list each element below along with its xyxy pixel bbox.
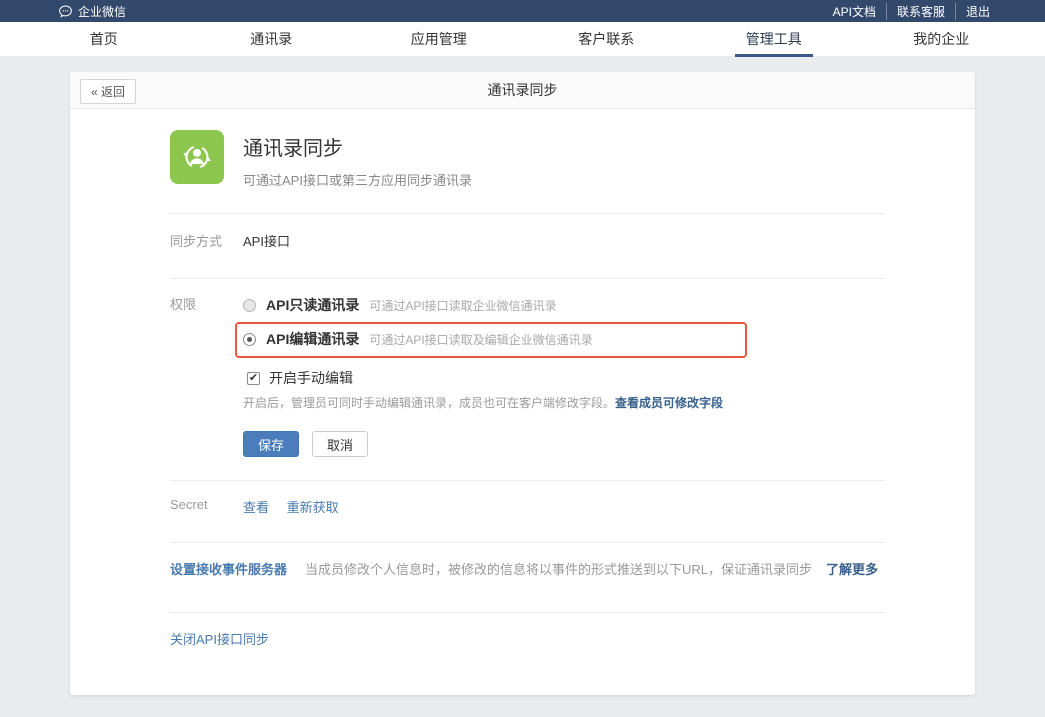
nav-item-my-company[interactable]: 我的企业 bbox=[858, 22, 1026, 56]
callback-desc: 当成员修改个人信息时，被修改的信息将以事件的形式推送到以下URL，保证通讯录同步 bbox=[305, 559, 812, 578]
divider bbox=[170, 278, 885, 279]
page-title: 通讯录同步 bbox=[70, 72, 975, 108]
secret-view-link[interactable]: 查看 bbox=[243, 500, 269, 515]
close-api-sync-row: 关闭API接口同步 bbox=[170, 613, 885, 664]
radio-option-api-readonly[interactable]: API只读通讯录 可通过API接口读取企业微信通讯录 bbox=[243, 294, 747, 316]
close-api-sync-link[interactable]: 关闭API接口同步 bbox=[170, 632, 269, 647]
nav-item-admin-tools[interactable]: 管理工具 bbox=[690, 22, 858, 56]
highlight-annotation: API编辑通讯录 可通过API接口读取及编辑企业微信通讯录 bbox=[235, 322, 747, 358]
nav-item-home[interactable]: 首页 bbox=[20, 22, 188, 56]
contact-support-link[interactable]: 联系客服 bbox=[886, 3, 945, 20]
radio-unselected-icon[interactable] bbox=[243, 299, 256, 312]
app-header: 通讯录同步 可通过API接口或第三方应用同步通讯录 bbox=[170, 130, 885, 184]
manual-edit-desc: 开启后，管理员可同时手动编辑通讯录，成员也可在客户端修改字段。查看成员可修改字段 bbox=[243, 394, 747, 411]
learn-more-link[interactable]: 了解更多 bbox=[826, 559, 878, 578]
app-logo[interactable]: 企业微信 bbox=[58, 3, 126, 20]
manual-edit-label[interactable]: 开启手动编辑 bbox=[269, 368, 353, 388]
nav-item-contacts[interactable]: 通讯录 bbox=[188, 22, 356, 56]
manual-edit-checkbox[interactable]: ✔ bbox=[247, 372, 260, 385]
topbar-links: API文档 联系客服 退出 bbox=[833, 3, 990, 20]
cancel-button[interactable]: 取消 bbox=[312, 431, 368, 457]
secret-row: Secret 查看 重新获取 bbox=[170, 481, 885, 532]
card-header: « 返回 通讯录同步 bbox=[70, 72, 975, 109]
nav-item-apps[interactable]: 应用管理 bbox=[355, 22, 523, 56]
callback-server-link[interactable]: 设置接收事件服务器 bbox=[170, 559, 287, 578]
sync-method-label: 同步方式 bbox=[170, 231, 243, 250]
save-button[interactable]: 保存 bbox=[243, 431, 299, 457]
sync-method-value: API接口 bbox=[243, 231, 290, 250]
radio-option-api-edit[interactable]: API编辑通讯录 可通过API接口读取及编辑企业微信通讯录 bbox=[243, 328, 735, 350]
logo-text: 企业微信 bbox=[78, 3, 126, 20]
logout-link[interactable]: 退出 bbox=[955, 3, 990, 20]
app-subtitle: 可通过API接口或第三方应用同步通讯录 bbox=[243, 170, 472, 189]
main-nav: 首页 通讯录 应用管理 客户联系 管理工具 我的企业 bbox=[0, 22, 1045, 57]
contact-sync-icon bbox=[170, 130, 224, 184]
back-button[interactable]: « 返回 bbox=[80, 79, 136, 104]
nav-item-customers[interactable]: 客户联系 bbox=[523, 22, 691, 56]
contact-sync-card: « 返回 通讯录同步 通讯录同步 可通过API接口或第三方应用同步通讯录 bbox=[70, 72, 975, 695]
permission-section: 权限 API只读通讯录 可通过API接口读取企业微信通讯录 API编辑通讯录 可… bbox=[170, 294, 885, 457]
permission-label: 权限 bbox=[170, 294, 243, 457]
chat-bubble-icon bbox=[58, 4, 73, 19]
app-title: 通讯录同步 bbox=[243, 132, 472, 161]
permission-actions: 保存 取消 bbox=[243, 431, 747, 457]
secret-refresh-link[interactable]: 重新获取 bbox=[287, 500, 339, 515]
editable-fields-link[interactable]: 查看成员可修改字段 bbox=[615, 396, 723, 410]
api-docs-link[interactable]: API文档 bbox=[833, 3, 876, 20]
sync-method-row: 同步方式 API接口 bbox=[170, 214, 885, 260]
secret-label: Secret bbox=[170, 497, 243, 516]
radio-selected-icon[interactable] bbox=[243, 333, 256, 346]
manual-edit-row[interactable]: ✔ 开启手动编辑 bbox=[247, 368, 747, 388]
topbar: 企业微信 API文档 联系客服 退出 bbox=[0, 0, 1045, 22]
callback-row: 设置接收事件服务器 当成员修改个人信息时，被修改的信息将以事件的形式推送到以下U… bbox=[170, 543, 885, 594]
